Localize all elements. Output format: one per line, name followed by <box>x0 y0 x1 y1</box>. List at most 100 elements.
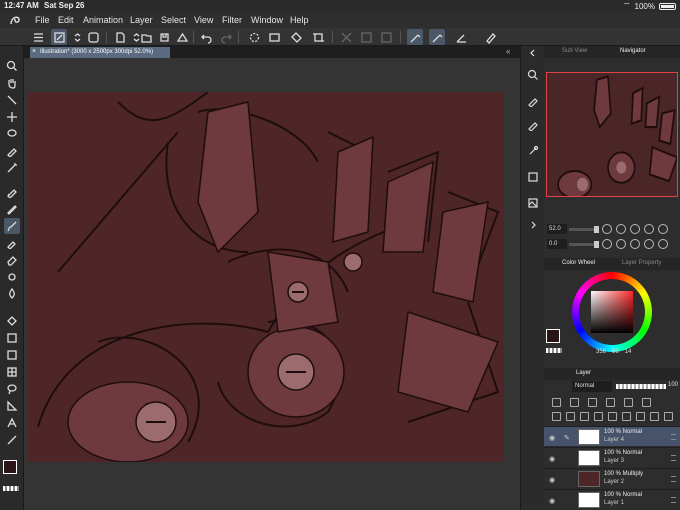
menu-file[interactable]: File <box>35 15 50 25</box>
tab-color-wheel[interactable]: Color Wheel <box>562 260 595 266</box>
gradient-icon[interactable] <box>4 330 20 346</box>
rotate-right-icon[interactable] <box>616 239 626 249</box>
opacity-value[interactable]: 100 <box>668 382 678 388</box>
figure-icon[interactable] <box>4 347 20 363</box>
chevron-left-icon[interactable] <box>526 46 540 60</box>
brush-icon[interactable] <box>4 218 20 234</box>
menu-hamburger-icon[interactable] <box>30 29 46 45</box>
new-vector-layer-icon[interactable] <box>566 412 575 421</box>
search-material-icon[interactable] <box>526 68 540 82</box>
eye-icon[interactable]: ◉ <box>549 476 555 484</box>
layer-row[interactable]: ◉ ✎ 100 % Normal Layer 4 <box>544 426 680 446</box>
ruler-snap-icon[interactable] <box>453 29 469 45</box>
fit-to-screen-icon[interactable] <box>658 224 668 234</box>
flip-horizontal-icon[interactable] <box>644 239 654 249</box>
transfer-down-icon[interactable] <box>594 412 603 421</box>
rotation-slider[interactable] <box>569 241 599 248</box>
open-folder-icon[interactable] <box>138 29 154 45</box>
rotate-left-icon[interactable] <box>602 239 612 249</box>
invert-selection-icon[interactable] <box>358 29 374 45</box>
blend-icon[interactable] <box>4 286 20 302</box>
frame-border-icon[interactable] <box>4 364 20 380</box>
fill-icon[interactable] <box>288 29 304 45</box>
chevron-updown-icon[interactable] <box>69 29 85 45</box>
export-icon[interactable] <box>174 29 190 45</box>
menu-view[interactable]: View <box>194 15 213 25</box>
drag-handle-icon[interactable] <box>671 434 676 440</box>
actual-size-icon[interactable] <box>630 224 640 234</box>
transparent-color-swatch[interactable] <box>3 486 19 491</box>
ruler-icon[interactable] <box>4 398 20 414</box>
eye-icon[interactable]: ◉ <box>549 497 555 505</box>
hand-icon[interactable] <box>4 75 20 91</box>
mask-icon[interactable] <box>622 412 631 421</box>
new-file-icon[interactable] <box>112 29 128 45</box>
menu-select[interactable]: Select <box>161 15 186 25</box>
transparent-swatch-panel[interactable] <box>546 348 562 353</box>
main-color-swatch[interactable] <box>3 460 17 474</box>
lock-transparency-icon[interactable] <box>606 398 615 407</box>
zoom-in-icon[interactable] <box>616 224 626 234</box>
clear-icon[interactable] <box>266 29 282 45</box>
menu-edit[interactable]: Edit <box>58 15 74 25</box>
sub-tool-icon[interactable] <box>526 144 540 158</box>
pen-icon[interactable] <box>4 184 20 200</box>
merge-down-icon[interactable] <box>608 412 617 421</box>
balloon-icon[interactable] <box>4 381 20 397</box>
new-folder-icon[interactable] <box>580 412 589 421</box>
quick-access-icon[interactable] <box>482 29 498 45</box>
image-panel-icon[interactable] <box>526 196 540 210</box>
delete-layer-icon[interactable] <box>650 412 659 421</box>
drag-handle-icon[interactable] <box>671 497 676 503</box>
rotation-value[interactable]: 0.0 <box>547 239 567 249</box>
reference-icon[interactable] <box>570 398 579 407</box>
navigator-preview[interactable] <box>546 72 678 197</box>
clip-icon[interactable] <box>552 398 561 407</box>
pencil-icon[interactable] <box>4 201 20 217</box>
reset-rotation-icon[interactable] <box>630 239 640 249</box>
eye-icon[interactable]: ◉ <box>549 434 555 442</box>
drag-handle-icon[interactable] <box>671 455 676 461</box>
lasso-icon[interactable] <box>4 126 20 142</box>
close-tab-icon[interactable]: × <box>32 48 36 55</box>
zoom-icon[interactable] <box>4 58 20 74</box>
text-icon[interactable] <box>4 415 20 431</box>
blend-mode-select[interactable]: Normal <box>572 381 612 392</box>
drawing-mode-icon[interactable] <box>51 29 67 45</box>
main-color-swatch-panel[interactable] <box>546 329 560 343</box>
eyedropper-icon[interactable] <box>4 143 20 159</box>
eraser-icon[interactable] <box>4 252 20 268</box>
saturation-value-square[interactable] <box>591 291 633 333</box>
lock-icon[interactable] <box>588 398 597 407</box>
menu-layer[interactable]: Layer <box>130 15 153 25</box>
layer-row[interactable]: ◉ 100 % Multiply Layer 2 <box>544 468 680 488</box>
tab-layer-property[interactable]: Layer Property <box>622 260 661 266</box>
zoom-slider[interactable] <box>569 226 599 233</box>
app-logo-icon[interactable] <box>8 13 22 27</box>
menu-help[interactable]: Help <box>290 15 309 25</box>
hue-value[interactable]: 356 <box>596 349 606 355</box>
tab-navigator[interactable]: Navigator <box>620 48 646 54</box>
companion-icon[interactable] <box>85 29 101 45</box>
new-raster-layer-icon[interactable] <box>552 412 561 421</box>
collapse-panel-icon[interactable]: « <box>506 47 510 56</box>
layer-menu-icon[interactable] <box>664 412 673 421</box>
illustration-canvas[interactable] <box>28 92 504 462</box>
tab-layer[interactable]: Layer <box>576 370 591 376</box>
tool-property-icon[interactable] <box>526 94 540 108</box>
zoom-value[interactable]: 52.0 <box>547 224 567 234</box>
decoration-icon[interactable] <box>4 269 20 285</box>
brightness-value[interactable]: 14 <box>625 349 632 355</box>
menu-window[interactable]: Window <box>251 15 283 25</box>
airbrush-icon[interactable] <box>4 235 20 251</box>
loading-icon[interactable] <box>246 29 262 45</box>
mask-enable-icon[interactable] <box>624 398 633 407</box>
apply-mask-icon[interactable] <box>636 412 645 421</box>
layer-row[interactable]: ◉ 100 % Normal Layer 1 <box>544 489 680 509</box>
transform-icon[interactable] <box>310 29 326 45</box>
fill-bucket-icon[interactable] <box>4 313 20 329</box>
deselect-icon[interactable] <box>338 29 354 45</box>
correct-line-icon[interactable] <box>4 432 20 448</box>
menu-filter[interactable]: Filter <box>222 15 242 25</box>
brush-size-icon[interactable] <box>526 118 540 132</box>
